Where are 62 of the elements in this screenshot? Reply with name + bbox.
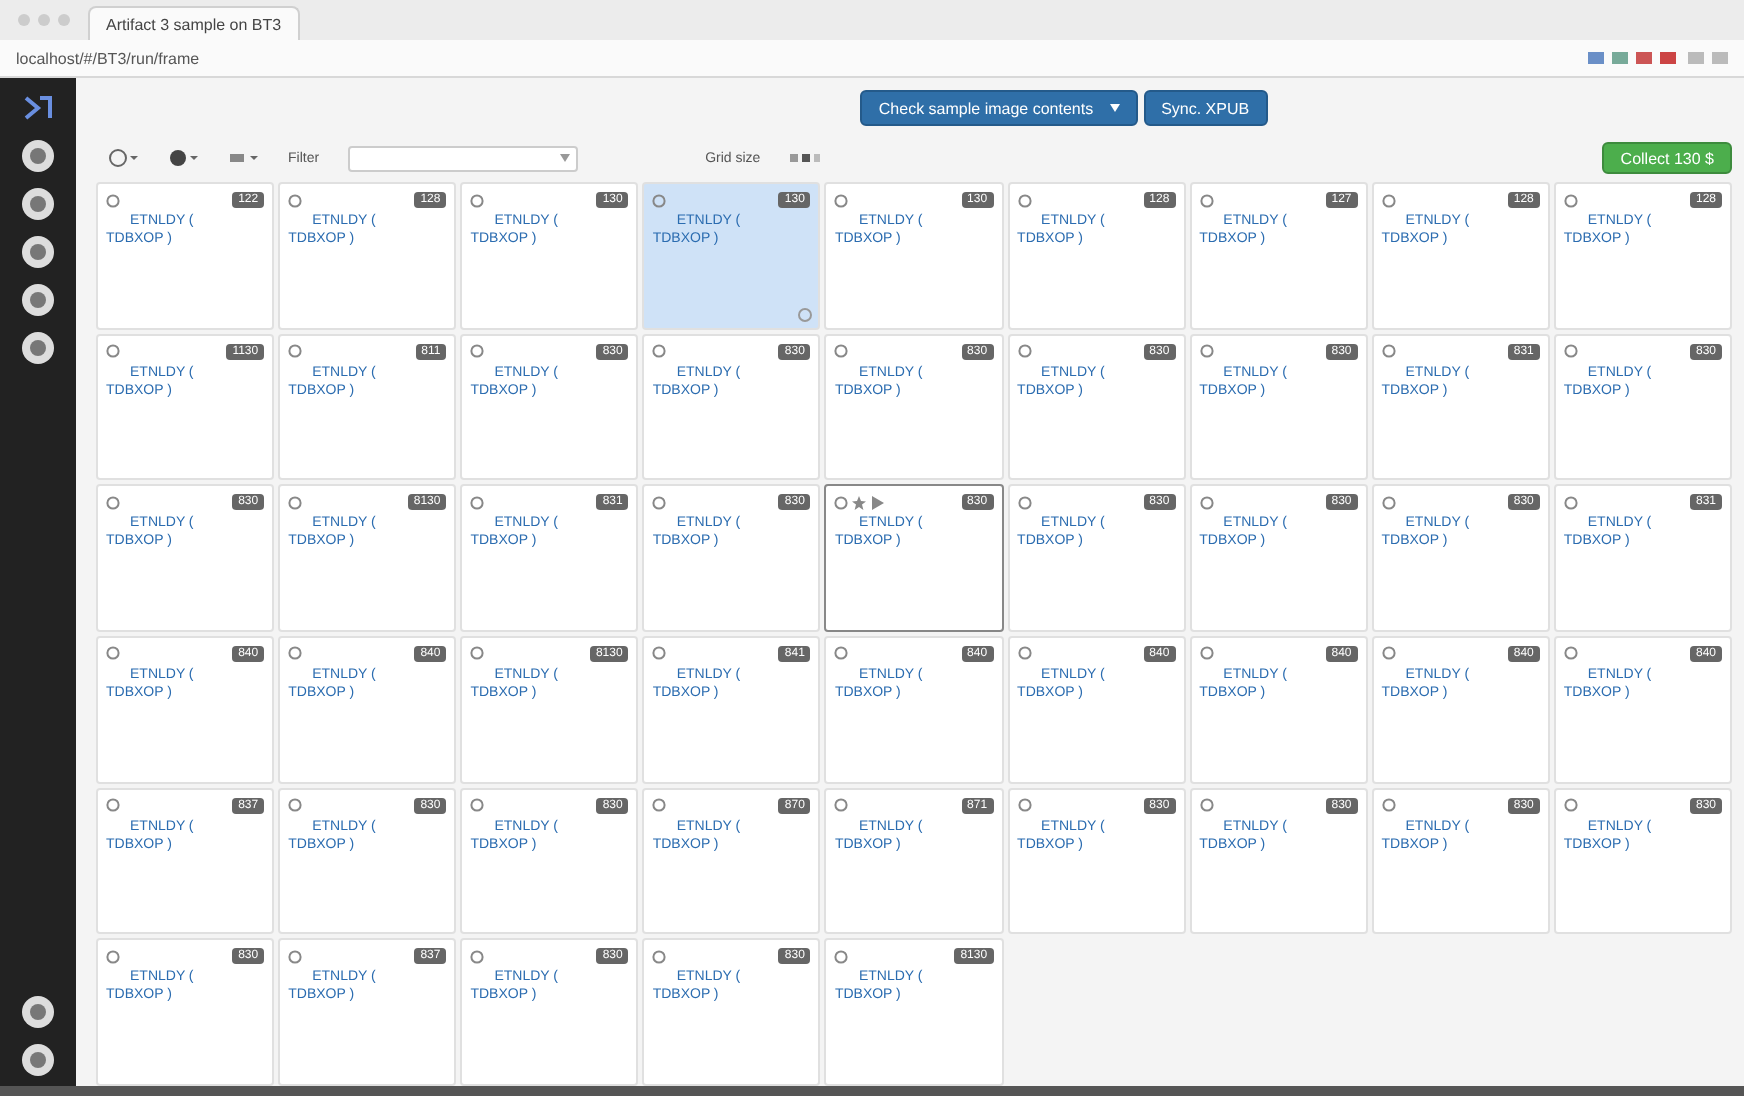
status-icon (470, 495, 485, 510)
status-icon (288, 193, 303, 207)
status-icon (1017, 344, 1032, 359)
status-icon (834, 949, 849, 964)
star-icon[interactable] (852, 495, 867, 510)
status-icon (470, 798, 485, 813)
check-images-button[interactable]: Check sample image contents (860, 90, 1138, 126)
status-icon (1199, 646, 1214, 661)
status-icon (106, 798, 120, 813)
status-icon (288, 646, 303, 661)
status-icon (652, 344, 667, 359)
grid-size-icon[interactable] (788, 148, 821, 168)
status-icon (652, 646, 667, 661)
status-icon (1381, 344, 1396, 359)
status-icon (1199, 495, 1214, 510)
status-icon (288, 344, 303, 359)
browser-tab[interactable]: Artifact 3 sample on BT3 (88, 6, 300, 40)
status-icon (1381, 495, 1396, 510)
caret-icon (1109, 104, 1120, 112)
status-icon (834, 646, 849, 661)
status-icon (834, 798, 849, 813)
status-icon (652, 193, 667, 207)
status-icon (1199, 798, 1214, 813)
status-icon (1017, 495, 1032, 510)
status-icon (1381, 798, 1396, 813)
status-icon (1563, 798, 1578, 813)
status-icon (288, 949, 303, 964)
status-icon (470, 646, 485, 661)
status-icon (1381, 646, 1396, 661)
status-icon (288, 495, 303, 510)
status-icon (1199, 344, 1214, 359)
sync-button[interactable]: Sync. XPUB (1143, 90, 1268, 126)
dot-dropdown-icon[interactable] (168, 148, 200, 168)
extension-icons-drawing (1588, 48, 1728, 68)
status-icon (1017, 193, 1032, 207)
status-icon (470, 344, 485, 359)
status-icon (1017, 646, 1032, 661)
status-icon (1199, 193, 1214, 207)
status-icon (106, 495, 120, 510)
status-icon (106, 193, 120, 207)
play-icon[interactable] (870, 495, 885, 510)
sort-dropdown-icon[interactable] (228, 148, 260, 168)
status-icon (1563, 344, 1578, 359)
status-icon (834, 495, 849, 510)
status-icon (106, 344, 120, 359)
status-icon (288, 798, 303, 813)
status-icon (470, 193, 485, 207)
view-icon[interactable] (108, 148, 140, 168)
status-icon (652, 949, 667, 964)
status-icon (1563, 646, 1578, 661)
status-icon (1563, 495, 1578, 510)
status-icon (1563, 193, 1578, 207)
status-icon (106, 949, 120, 964)
status-icon (1017, 798, 1032, 813)
status-icon (834, 193, 849, 207)
status-icon (106, 646, 120, 661)
status-icon (470, 949, 485, 964)
status-icon (1381, 193, 1396, 207)
caret-icon (559, 154, 570, 162)
status-icon (652, 495, 667, 510)
status-icon (834, 344, 849, 359)
status-icon (652, 798, 667, 813)
